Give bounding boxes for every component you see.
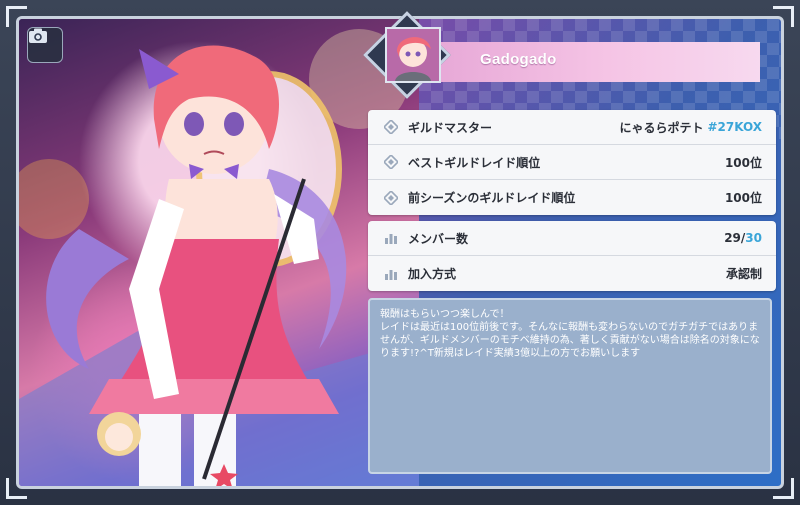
- info-row-guild-master: ギルドマスター にゃるらポテト #27KOX: [368, 110, 776, 145]
- row-label: メンバー数: [408, 231, 469, 246]
- bar-chart-icon: [382, 229, 400, 247]
- guild-avatar: [385, 27, 441, 83]
- diamond-bullet-icon: [382, 153, 400, 171]
- member-count: 29/30: [724, 231, 762, 245]
- camera-button[interactable]: [27, 27, 63, 63]
- guild-info-panel: ギルドマスター にゃるらポテト #27KOX ベストギルドレイド順位 100位 …: [368, 110, 776, 215]
- diamond-bullet-icon: [382, 189, 400, 207]
- row-label: ベストギルドレイド順位: [408, 155, 541, 170]
- row-label: 前シーズンのギルドレイド順位: [408, 191, 576, 205]
- guild-header-bar: [420, 42, 760, 82]
- character-artwork: [19, 19, 419, 486]
- row-label: 加入方式: [408, 267, 457, 281]
- guild-name: Gadogado: [480, 51, 557, 68]
- member-max: 30: [745, 231, 762, 245]
- guild-description: 報酬はもらいつつ楽しんで！ レイドは最近は100位前後です。そんなに報酬も変わら…: [380, 309, 760, 359]
- row-label: ギルドマスター: [408, 120, 493, 135]
- last-season-rank-value: 100位: [724, 191, 762, 205]
- stats-row-members: メンバー数 29/30: [368, 221, 776, 256]
- member-current: 29: [724, 231, 741, 245]
- guild-stats-panel: メンバー数 29/30 加入方式 承認制: [368, 221, 776, 291]
- stats-row-join-method: 加入方式 承認制: [368, 256, 776, 291]
- guild-master-tag: #27KOX: [707, 120, 762, 134]
- guild-master-name: にゃるらポテト: [619, 120, 704, 135]
- best-rank-value: 100位: [724, 155, 762, 170]
- join-method-value: 承認制: [725, 267, 762, 281]
- diamond-bullet-icon: [382, 118, 400, 136]
- bar-chart-icon: [382, 265, 400, 283]
- info-row-best-rank: ベストギルドレイド順位 100位: [368, 145, 776, 180]
- info-row-last-season-rank: 前シーズンのギルドレイド順位 100位: [368, 180, 776, 215]
- guild-description-box: 報酬はもらいつつ楽しんで！ レイドは最近は100位前後です。そんなに報酬も変わら…: [368, 298, 772, 474]
